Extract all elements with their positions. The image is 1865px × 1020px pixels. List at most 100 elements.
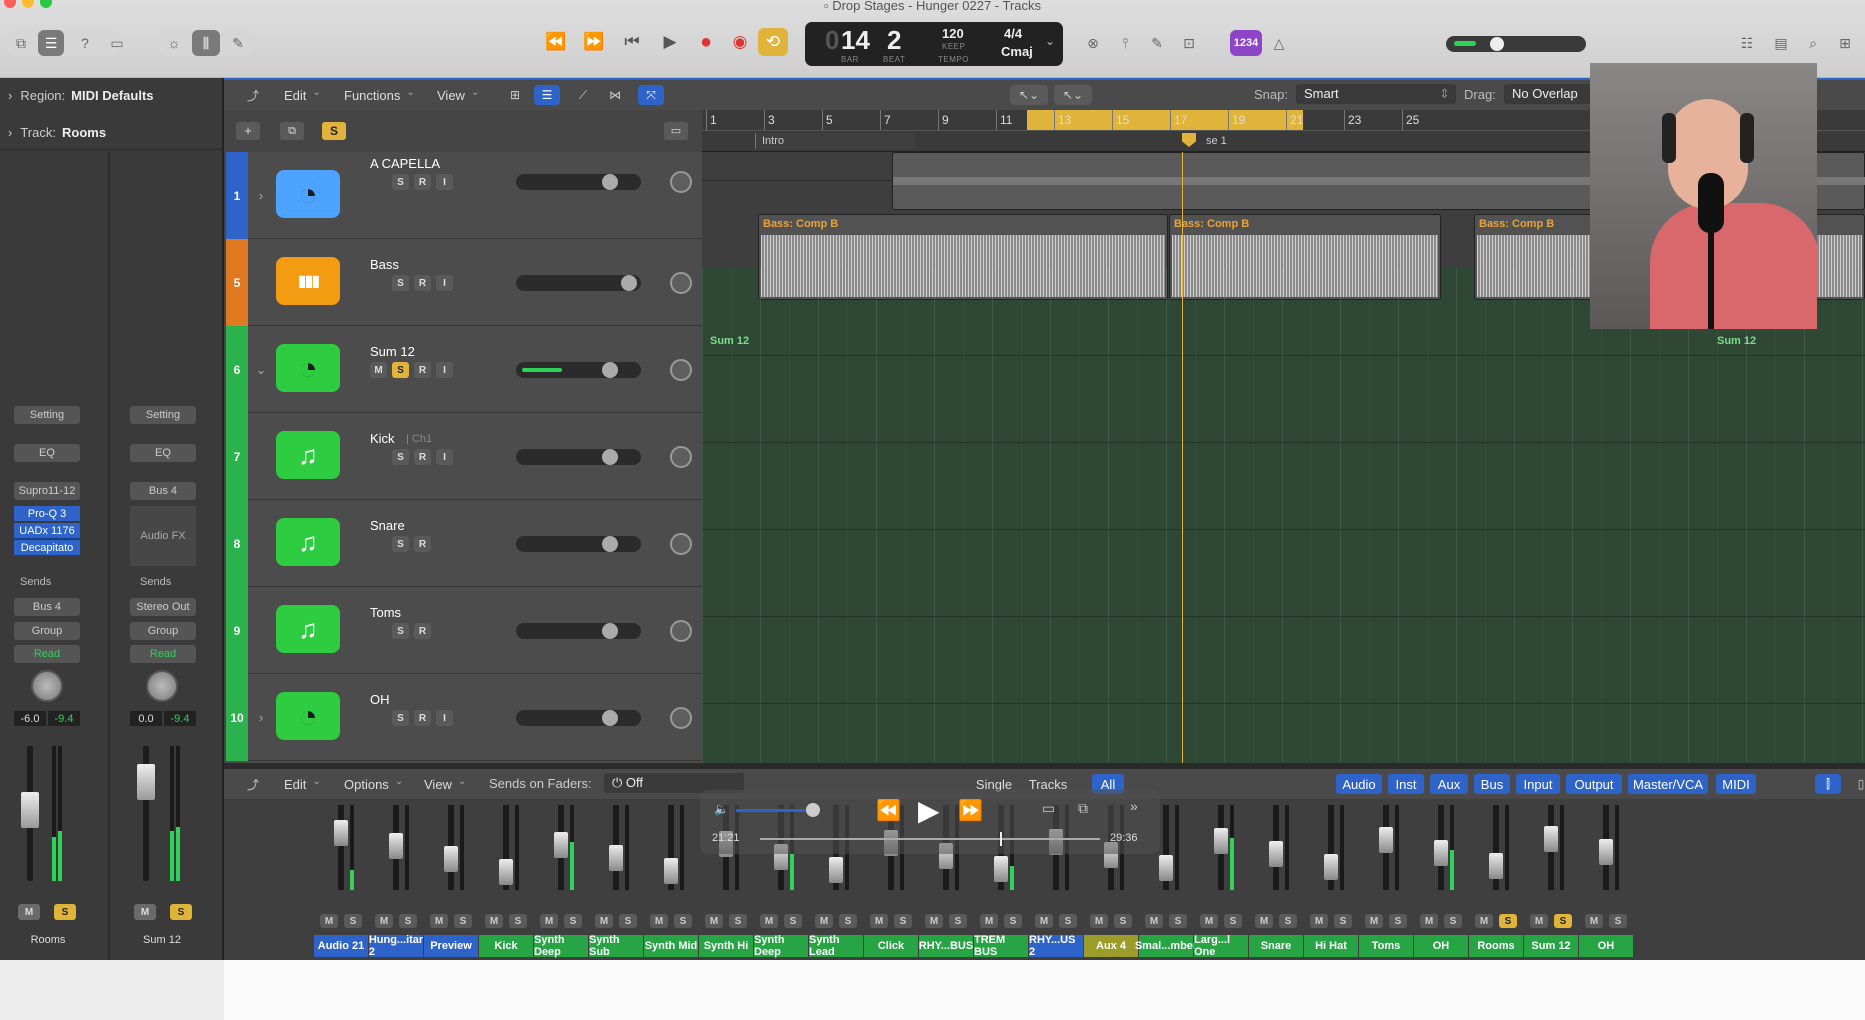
track-pan-knob[interactable] bbox=[670, 171, 692, 193]
channel-name[interactable]: Smal...mber bbox=[1135, 935, 1197, 957]
channel-fader-cap[interactable] bbox=[1324, 854, 1338, 880]
mixer-filter-output[interactable]: Output bbox=[1566, 774, 1622, 794]
airplay-icon[interactable]: ▭ bbox=[1042, 800, 1055, 817]
edit-menu[interactable]: Edit bbox=[284, 85, 321, 105]
functions-menu[interactable]: Functions bbox=[344, 85, 415, 105]
track-name[interactable]: A CAPELLA bbox=[370, 156, 440, 171]
disclosure-triangle[interactable]: ⌄ bbox=[250, 332, 272, 407]
plugin-slot-2[interactable]: UADx 1176 bbox=[14, 523, 80, 539]
channel-solo-button[interactable]: S bbox=[1114, 914, 1132, 928]
mute-button[interactable]: M bbox=[18, 904, 40, 920]
input-monitor-button[interactable]: I bbox=[436, 362, 453, 378]
channel-name[interactable]: Synth Mid bbox=[644, 935, 698, 957]
output-slot[interactable]: Bus 4 bbox=[14, 598, 80, 616]
track-volume-knob[interactable] bbox=[602, 174, 618, 190]
channel-name[interactable]: Synth Lead bbox=[809, 934, 863, 958]
mute-button[interactable]: M bbox=[370, 362, 387, 378]
volume-fader-cap[interactable] bbox=[21, 792, 39, 828]
cycle-button[interactable]: ⟲ bbox=[758, 28, 788, 56]
channel-fader-track[interactable] bbox=[338, 805, 344, 890]
list-view-icon[interactable]: ☰ bbox=[534, 85, 560, 105]
record-enable-button[interactable]: R bbox=[414, 710, 431, 726]
channel-mute-button[interactable]: M bbox=[1475, 914, 1493, 928]
track-header[interactable]: 8 ♫ Snare S R bbox=[226, 500, 702, 587]
input-monitor-button[interactable]: I bbox=[436, 710, 453, 726]
channel-solo-button[interactable]: S bbox=[729, 914, 747, 928]
channel-solo-button[interactable]: S bbox=[619, 914, 637, 928]
play-button[interactable]: ▶ bbox=[654, 25, 686, 59]
mixer-options-menu[interactable]: Options bbox=[344, 774, 403, 794]
channel-name[interactable]: Sum 12 bbox=[1524, 935, 1578, 957]
channel-fader-cap[interactable] bbox=[554, 832, 568, 858]
pan-knob[interactable] bbox=[31, 670, 63, 702]
channel-mute-button[interactable]: M bbox=[375, 914, 393, 928]
channel-name[interactable]: Hung...itar 2 bbox=[369, 934, 423, 958]
mixer-shortcut-icon[interactable]: ⫯ bbox=[1112, 30, 1138, 56]
channel-mute-button[interactable]: M bbox=[1420, 914, 1438, 928]
track-volume-knob[interactable] bbox=[602, 362, 618, 378]
record-enable-button[interactable]: R bbox=[414, 536, 431, 552]
channel-mute-button[interactable]: M bbox=[485, 914, 503, 928]
count-in-button[interactable]: 1234 bbox=[1230, 30, 1262, 56]
mixer-narrow-icon[interactable]: ▯ bbox=[1848, 774, 1865, 794]
track-volume-slider[interactable] bbox=[516, 174, 641, 190]
mixer-layout-icon[interactable]: ⫿ bbox=[1815, 774, 1841, 794]
notepad-icon[interactable]: ▤ bbox=[1770, 30, 1792, 56]
channel-solo-button[interactable]: S bbox=[1279, 914, 1297, 928]
channel-mute-button[interactable]: M bbox=[1585, 914, 1603, 928]
master-volume-knob[interactable] bbox=[1490, 37, 1504, 51]
input-monitor-button[interactable]: I bbox=[436, 449, 453, 465]
channel-fader-cap[interactable] bbox=[444, 846, 458, 872]
global-solo-button[interactable]: S bbox=[322, 122, 346, 140]
marker-verse[interactable]: se 1 bbox=[1192, 133, 1252, 149]
channel-name[interactable]: Aux 4 bbox=[1084, 935, 1138, 957]
track-header[interactable]: 7 ♫ Kick | Ch1 S R I bbox=[226, 413, 702, 500]
record-enable-button[interactable]: R bbox=[414, 174, 431, 190]
solo-button[interactable]: S bbox=[392, 174, 409, 190]
channel-fader-cap[interactable] bbox=[1599, 839, 1613, 865]
channel-name[interactable]: OH bbox=[1414, 935, 1468, 957]
channel-solo-button[interactable]: S bbox=[1389, 914, 1407, 928]
setting-button[interactable]: Setting bbox=[14, 406, 80, 424]
channel-fader-cap[interactable] bbox=[1434, 840, 1448, 866]
browser-icon[interactable]: ⊞ bbox=[1834, 30, 1856, 56]
channel-solo-button[interactable]: S bbox=[564, 914, 582, 928]
channel-name[interactable]: Synth Deep bbox=[754, 934, 808, 958]
track-volume-slider[interactable] bbox=[516, 536, 641, 552]
track-volume-slider[interactable] bbox=[516, 449, 641, 465]
plugin-slot-1[interactable]: Pro-Q 3 bbox=[14, 506, 80, 522]
mixer-filter-inst[interactable]: Inst bbox=[1388, 774, 1424, 794]
mixer-filter-input[interactable]: Input bbox=[1516, 774, 1560, 794]
track-volume-knob[interactable] bbox=[602, 449, 618, 465]
pencil-disabled-icon[interactable]: ✎ bbox=[1144, 30, 1170, 56]
channel-mute-button[interactable]: M bbox=[1365, 914, 1383, 928]
track-name[interactable]: OH bbox=[370, 692, 390, 707]
secondary-tool-icon[interactable]: ↖⌄ bbox=[1054, 85, 1092, 105]
peak-readout[interactable]: -9.4 bbox=[164, 711, 196, 726]
track-pan-knob[interactable] bbox=[670, 533, 692, 555]
automation-mode[interactable]: Read bbox=[130, 645, 196, 663]
channel-fader-cap[interactable] bbox=[609, 845, 623, 871]
channel-solo-button[interactable]: S bbox=[949, 914, 967, 928]
channel-name[interactable]: TREM BUS bbox=[974, 934, 1028, 958]
channel-solo-button[interactable]: S bbox=[1499, 914, 1517, 928]
channel-mute-button[interactable]: M bbox=[1090, 914, 1108, 928]
overlay-rewind-icon[interactable]: ⏪ bbox=[876, 798, 901, 823]
channel-mute-button[interactable]: M bbox=[1145, 914, 1163, 928]
channel-name[interactable]: RHY...BUS bbox=[919, 935, 973, 957]
overlay-volume-slider[interactable] bbox=[736, 809, 816, 812]
track-header[interactable]: 1 › ◔ A CAPELLA S R I bbox=[226, 152, 702, 239]
channel-mute-button[interactable]: M bbox=[1200, 914, 1218, 928]
channel-solo-button[interactable]: S bbox=[1334, 914, 1352, 928]
track-volume-slider[interactable] bbox=[516, 710, 641, 726]
channel-name[interactable]: Preview bbox=[424, 935, 478, 957]
automation-icon[interactable]: ⟋ bbox=[570, 85, 596, 105]
channel-fader-cap[interactable] bbox=[994, 856, 1008, 882]
input-monitor-button[interactable]: I bbox=[436, 174, 453, 190]
channel-solo-button[interactable]: S bbox=[1004, 914, 1022, 928]
track-pan-knob[interactable] bbox=[670, 272, 692, 294]
view-menu[interactable]: View bbox=[437, 85, 479, 105]
input-slot[interactable]: Bus 4 bbox=[130, 482, 196, 500]
record-enable-button[interactable]: R bbox=[414, 449, 431, 465]
track-volume-slider[interactable] bbox=[516, 623, 641, 639]
